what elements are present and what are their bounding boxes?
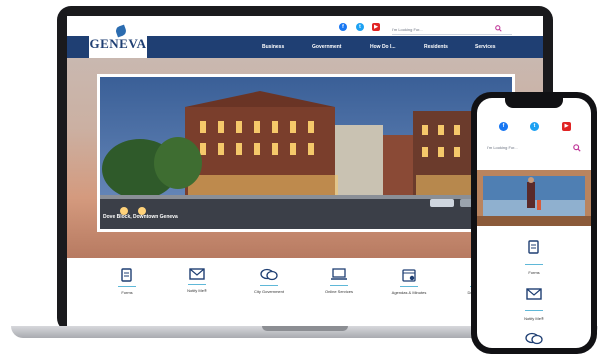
mail-icon (189, 268, 205, 280)
nav-services[interactable]: Services (475, 44, 496, 50)
chat-icon (260, 268, 278, 281)
online-label: Online Services (324, 289, 353, 294)
site-logo[interactable]: GENEVA (89, 24, 147, 58)
phone-forms-underline (525, 264, 543, 265)
online-underline (330, 285, 348, 286)
phone-notch (505, 96, 563, 108)
quick-link-online-services[interactable]: Online Services (303, 268, 375, 294)
logo-text: GENEVA (89, 36, 147, 51)
notify-label: Notify Me® (187, 288, 207, 293)
phone-screen: f t ▶ I'm Looking For... Forms Notify Me… (477, 98, 591, 348)
forms-underline (118, 286, 136, 287)
forms-icon (121, 268, 132, 282)
quick-link-notify-me[interactable]: Notify Me® (161, 268, 233, 293)
nav-government[interactable]: Government (312, 44, 341, 50)
phone-facebook-icon[interactable]: f (499, 122, 508, 131)
forms-icon[interactable] (528, 240, 540, 254)
phone-search-input[interactable]: I'm Looking For... (487, 144, 567, 152)
city-gov-label: City Government (253, 289, 284, 294)
phone-youtube-icon[interactable]: ▶ (562, 122, 571, 131)
calendar-icon (402, 269, 416, 282)
phone-notify-underline (525, 310, 543, 311)
twitter-icon[interactable]: t (356, 23, 364, 31)
quick-link-city-government[interactable]: City Government (233, 268, 305, 294)
nav-business[interactable]: Business (262, 44, 284, 50)
city-gov-underline (260, 285, 278, 286)
phone-forms-label: Forms (528, 270, 540, 275)
hero-photo (100, 77, 512, 229)
laptop-notch (262, 326, 348, 331)
phone-notify-label: Notify Me® (524, 316, 544, 321)
agendas-label: Agendas & Minutes (391, 290, 427, 295)
search-input[interactable]: I'm Looking For... (392, 25, 512, 35)
nav-residents[interactable]: Residents (424, 44, 448, 50)
search-icon[interactable] (495, 25, 502, 32)
nav-how-do-i[interactable]: How Do I... (370, 44, 396, 50)
quick-link-agendas-minutes[interactable]: Agendas & Minutes (373, 268, 445, 295)
youtube-icon[interactable]: ▶ (372, 23, 380, 31)
phone-hero (477, 170, 591, 226)
chat-icon[interactable] (525, 332, 543, 345)
phone-search-icon[interactable] (573, 144, 581, 152)
quick-link-forms[interactable]: Forms (91, 268, 163, 295)
hero-caption: Dove Block, Downtown Geneva (103, 214, 178, 220)
notify-underline (188, 284, 206, 285)
laptop-icon (331, 268, 347, 280)
forms-label: Forms (121, 290, 133, 295)
phone-twitter-icon[interactable]: t (530, 122, 539, 131)
agendas-underline (400, 286, 418, 287)
mail-icon[interactable] (526, 288, 542, 300)
facebook-icon[interactable]: f (339, 23, 347, 31)
